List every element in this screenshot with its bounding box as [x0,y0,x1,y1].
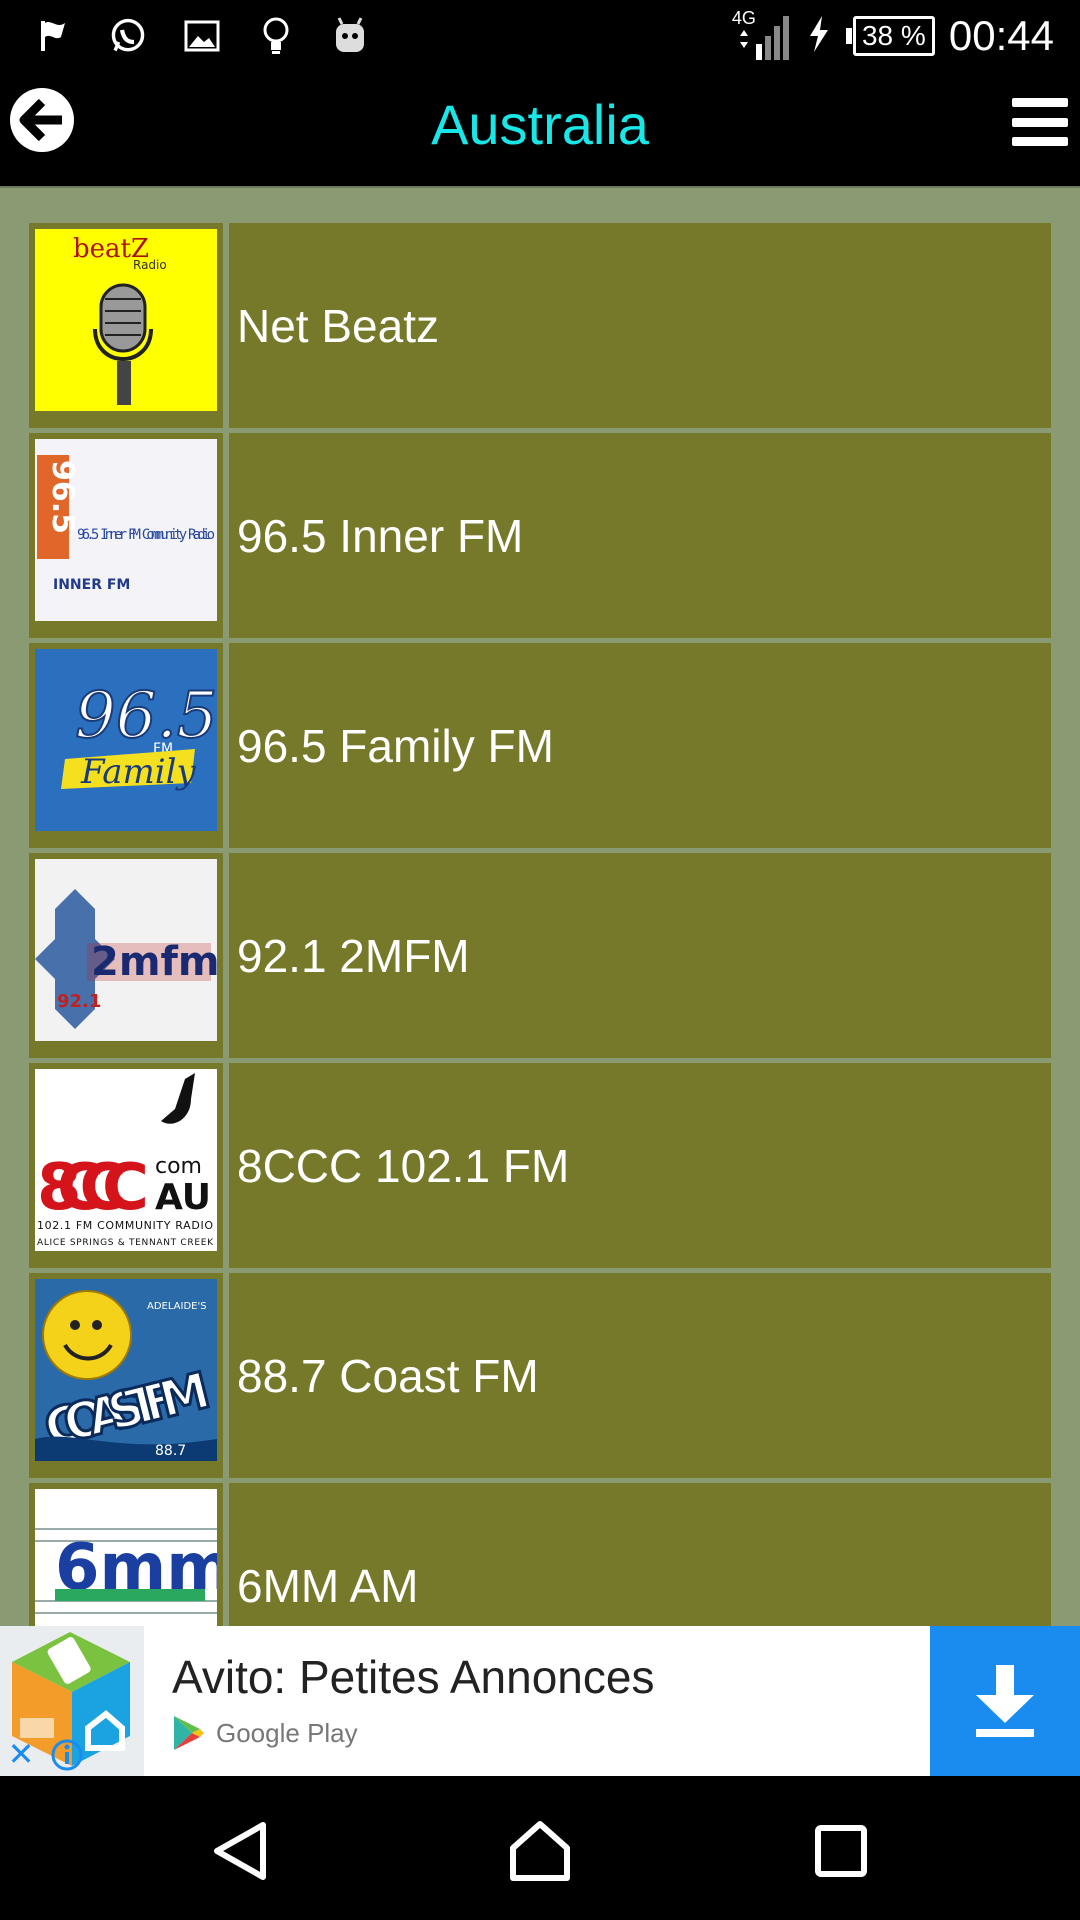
home-icon [510,1821,570,1881]
back-nav-button[interactable] [206,1816,276,1886]
svg-text:Family: Family [80,752,197,792]
download-icon [976,1665,1034,1737]
home-nav-button[interactable] [505,1816,575,1886]
recents-nav-button[interactable] [806,1816,876,1886]
image-icon [184,16,220,56]
station-name: 8CCC 102.1 FM [237,1139,570,1192]
page-title: Australia [431,93,649,156]
battery-indicator: 38 % [845,16,935,56]
station-list-container[interactable]: beatZ Radio Net Beatz 96.5 INNER FM 96.5… [0,188,1080,1626]
battery-percent: 38 % [852,16,935,56]
whatsapp-icon [110,16,146,56]
notification-icons [36,12,368,60]
app-bar: Australia [0,72,1080,188]
station-name: 88.7 Coast FM [237,1349,539,1402]
list-item[interactable]: ADELAIDE'S COAST FM 88.7 88.7 Coast FM [29,1273,1051,1478]
station-name: 96.5 Inner FM [237,509,524,562]
svg-text:96.5 Inner FM Community Radio: 96.5 Inner FM Community Radio [77,527,215,543]
list-item[interactable]: 8CCC com AU 102.1 FM COMMUNITY RADIO ALI… [29,1063,1051,1268]
station-name: 92.1 2MFM [237,929,470,982]
svg-text:88.7: 88.7 [155,1443,186,1459]
station-list: beatZ Radio Net Beatz 96.5 INNER FM 96.5… [29,223,1051,1626]
ad-title[interactable]: Avito: Petites Annonces [172,1650,654,1704]
svg-text:2mfm: 2mfm [91,939,217,985]
svg-text:8CCC: 8CCC [37,1151,149,1225]
svg-text:96.5: 96.5 [45,460,80,534]
station-name: 96.5 Family FM [237,719,554,772]
family-fm-logo: 96.5 FM Family [35,649,217,831]
svg-text:com: com [155,1154,202,1179]
ad-banner[interactable]: ✕ Avito: Petites Annonces Google Play [0,1626,1080,1776]
svg-text:INNER FM: INNER FM [53,577,130,593]
hamburger-icon [1012,98,1068,107]
svg-text:92.1: 92.1 [57,991,101,1012]
list-item[interactable]: 92.1 2mfm 92.1 2MFM [29,853,1051,1058]
svg-text:AU: AU [155,1177,211,1218]
station-name: 6MM AM [237,1559,419,1612]
triangle-back-icon [214,1822,266,1880]
navigation-bar [0,1776,1080,1920]
charging-icon [806,14,832,58]
clock: 00:44 [948,12,1054,59]
beatz-radio-logo: beatZ Radio [35,229,217,411]
8ccc-logo: 8CCC com AU 102.1 FM COMMUNITY RADIO ALI… [35,1069,217,1251]
store-name: Google Play [216,1717,358,1748]
square-recents-icon [815,1825,867,1877]
menu-button[interactable] [1012,98,1068,146]
svg-text:ALICE SPRINGS & TENNANT CREEK: ALICE SPRINGS & TENNANT CREEK [37,1238,214,1248]
system-status: 4G 38 % 00:44 [732,8,1054,62]
list-item[interactable]: 6mm 6MM AM [29,1483,1051,1626]
info-icon[interactable] [50,1738,84,1772]
inner-fm-logo: 96.5 INNER FM 96.5 Inner FM Community Ra… [35,439,217,621]
close-icon[interactable]: ✕ [4,1735,38,1773]
lightbulb-icon [258,16,294,56]
store-badge: Google Play [172,1714,358,1752]
flag-icon [36,16,72,56]
svg-text:102.1 FM COMMUNITY RADIO: 102.1 FM COMMUNITY RADIO [37,1219,213,1232]
list-item[interactable]: beatZ Radio Net Beatz [29,223,1051,428]
svg-text:Radio: Radio [133,258,167,272]
status-bar: 4G 38 % 00:44 [0,0,1080,72]
android-icon [332,16,368,56]
svg-text:ADELAIDE'S: ADELAIDE'S [147,1301,207,1312]
google-play-icon [174,1716,204,1750]
coast-fm-logo: ADELAIDE'S COAST FM 88.7 [35,1279,217,1461]
svg-text:96.5: 96.5 [75,679,217,753]
signal-icon: 4G [732,8,792,62]
list-item[interactable]: 96.5 INNER FM 96.5 Inner FM Community Ra… [29,433,1051,638]
list-item[interactable]: 96.5 FM Family 96.5 Family FM [29,643,1051,848]
station-name: Net Beatz [237,299,439,352]
6mm-logo: 6mm [35,1489,217,1626]
2mfm-logo: 92.1 2mfm [35,859,217,1041]
download-button[interactable] [930,1626,1080,1776]
